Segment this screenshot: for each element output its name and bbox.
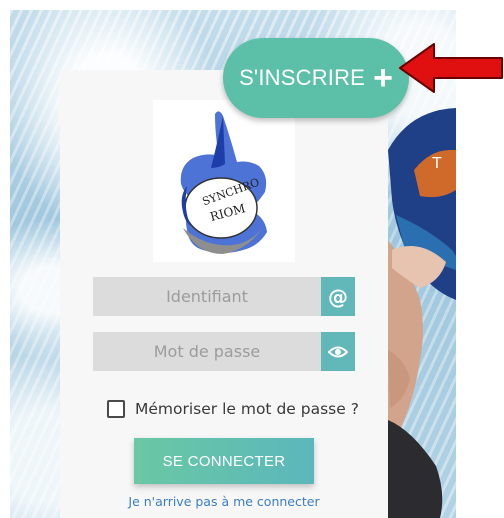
username-field: @	[93, 277, 355, 316]
plus-icon: +	[373, 59, 393, 97]
password-input[interactable]	[93, 332, 321, 371]
red-arrow-icon	[399, 43, 503, 93]
login-button[interactable]: SE CONNECTER	[134, 438, 314, 484]
password-field	[93, 332, 355, 371]
signup-label: S'INSCRIRE	[239, 65, 366, 90]
forgot-login-link[interactable]: Je n'arrive pas à me connecter	[60, 494, 388, 509]
remember-label: Mémoriser le mot de passe ?	[135, 400, 359, 418]
remember-checkbox[interactable]	[107, 400, 125, 418]
username-input[interactable]	[93, 277, 321, 316]
eye-icon-glyph	[328, 346, 348, 357]
synchro-riom-logo-icon: SYNCHRO RIOM	[180, 111, 267, 254]
eye-icon[interactable]	[321, 332, 355, 371]
signup-button[interactable]: S'INSCRIRE +	[223, 38, 409, 118]
remember-me: Mémoriser le mot de passe ?	[107, 398, 359, 420]
club-logo: SYNCHRO RIOM	[153, 100, 295, 262]
at-icon: @	[321, 277, 355, 316]
